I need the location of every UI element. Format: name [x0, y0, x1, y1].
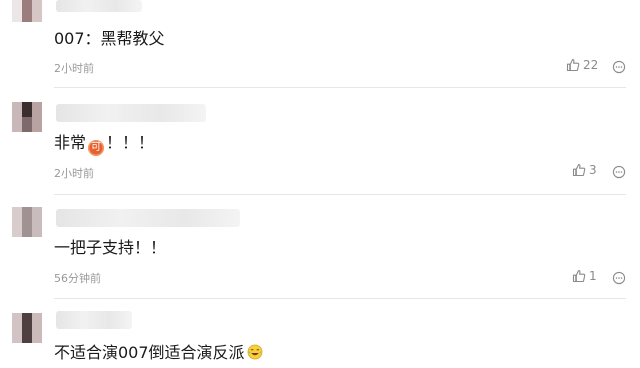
comment-text-tail: ！！！: [106, 133, 155, 152]
avatar[interactable]: [12, 313, 42, 343]
comment-time: 56分钟前: [54, 272, 101, 285]
more-dots-icon[interactable]: [612, 59, 626, 74]
comment-item: 007：黑帮教父 2小时前 22: [0, 0, 640, 86]
comment-time: 2小时前: [54, 62, 94, 75]
like-button[interactable]: 3: [572, 163, 597, 177]
thumbs-up-icon: [572, 269, 586, 283]
like-button[interactable]: 1: [572, 269, 597, 283]
comment-text: 非常可！！！: [54, 132, 154, 156]
comment-text-main: 非常: [54, 133, 87, 152]
comment-item: 一把子支持！！ 56分钟前 1: [0, 195, 640, 299]
like-count: 22: [583, 58, 599, 72]
like-count: 1: [589, 269, 597, 283]
avatar[interactable]: [12, 207, 42, 237]
avatar[interactable]: [12, 0, 42, 22]
comment-text-main: 一把子支持！！: [54, 238, 167, 257]
comment-time: 2小时前: [54, 167, 94, 180]
comment-text: 不适合演007倒适合演反派: [54, 342, 263, 364]
comment-item: 不适合演007倒适合演反派: [0, 299, 640, 368]
like-count: 3: [589, 163, 597, 177]
avatar[interactable]: [12, 102, 42, 132]
username[interactable]: [56, 209, 240, 227]
more-dots-icon[interactable]: [612, 164, 626, 179]
username[interactable]: [56, 0, 142, 12]
comment-text-main: 007：黑帮教父: [54, 29, 165, 48]
thumbs-up-icon: [572, 163, 586, 177]
more-dots-icon[interactable]: [612, 270, 626, 285]
like-button[interactable]: 22: [566, 58, 598, 72]
comment-text-main: 不适合演007倒适合演反派: [54, 343, 245, 362]
laugh-cry-emoji-icon: [247, 344, 263, 360]
comment-item: 非常可！！！ 2小时前 3: [0, 88, 640, 194]
comment-text: 一把子支持！！: [54, 237, 166, 259]
comment-text: 007：黑帮教父: [54, 28, 165, 50]
username[interactable]: [56, 311, 132, 329]
username[interactable]: [56, 104, 206, 122]
thumbs-up-icon: [566, 58, 580, 72]
ke-emoji-icon: 可: [88, 140, 105, 156]
